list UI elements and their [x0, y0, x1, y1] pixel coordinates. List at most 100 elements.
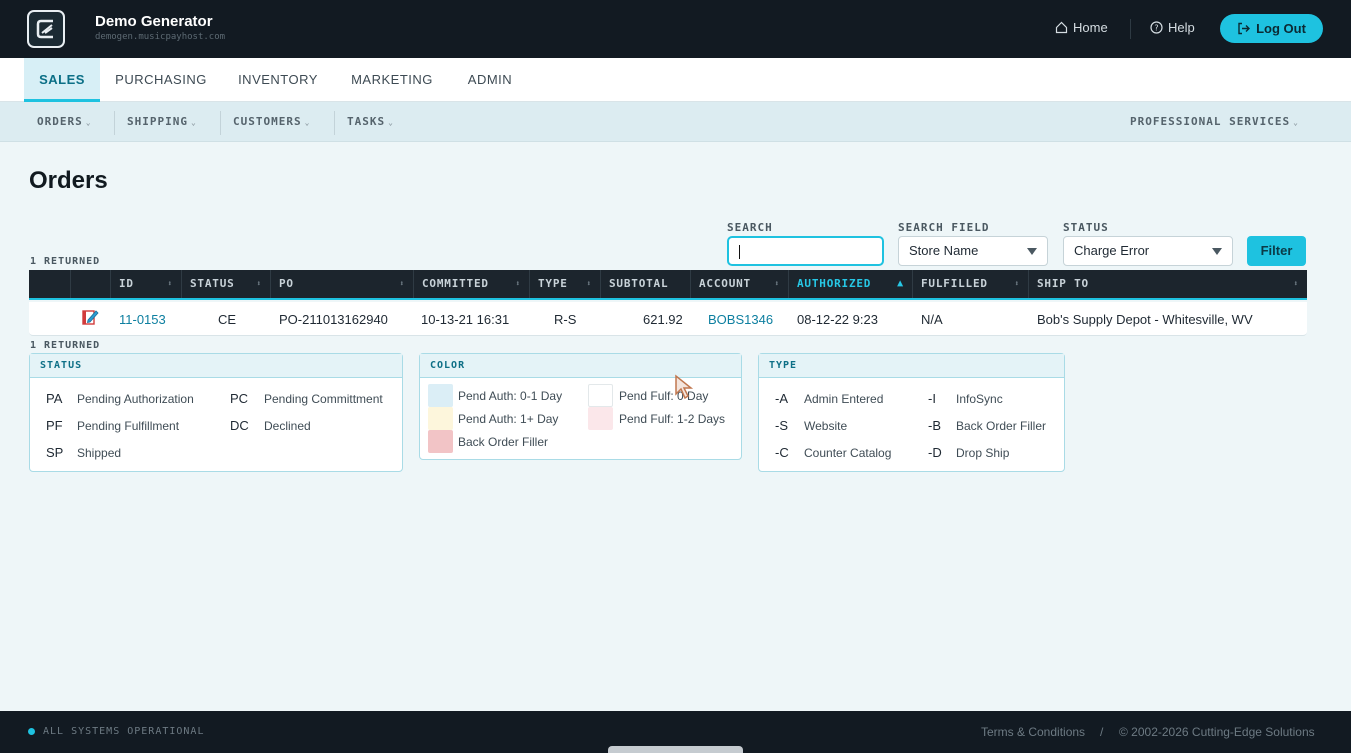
main-nav: SALES PURCHASING INVENTORY MARKETING ADM… — [0, 58, 1351, 102]
status-select[interactable]: Charge Error — [1063, 236, 1233, 266]
legend-text: Back Order Filler — [956, 419, 1047, 433]
sort-icon: ⬍ — [167, 279, 173, 288]
legend-code: SP — [46, 445, 64, 460]
table-header: ID ⬍ STATUS ⬍ PO ⬍ COMMITTED ⬍ TYPE ⬍ SUBTOTA… — [29, 270, 1307, 300]
column-label: AUTHORIZED — [797, 277, 872, 290]
subnav-professional-services[interactable]: PROFESSIONAL SERVICES ⌄ — [1130, 115, 1299, 128]
subnav-orders-label: ORDERS — [37, 115, 83, 128]
column-label: ID — [119, 277, 134, 290]
legend-code: PC — [230, 391, 249, 406]
legend-text: Pend Fulf: 1-2 Days — [619, 412, 726, 426]
tab-sales[interactable]: SALES — [24, 58, 100, 102]
type-legend: TYPE -A Admin Entered -I InfoSync -S Web… — [758, 353, 1065, 472]
sort-icon: ⬍ — [586, 279, 592, 288]
table-row[interactable]: 11-0153 CE PO-211013162940 10-13-21 16:3… — [29, 302, 1307, 336]
legend-text: Declined — [264, 419, 311, 433]
divider — [220, 111, 221, 135]
subnav-tasks[interactable]: TASKS ⌄ — [347, 115, 394, 128]
column-header-type[interactable]: TYPE ⬍ — [529, 270, 600, 298]
column-header-id[interactable]: ID ⬍ — [110, 270, 181, 298]
sort-icon: ⬍ — [515, 279, 521, 288]
logo-icon[interactable] — [27, 10, 65, 48]
search-label: SEARCH — [727, 221, 773, 234]
home-label: Home — [1073, 20, 1108, 35]
edit-order-icon[interactable] — [82, 308, 99, 331]
svg-text:?: ? — [1154, 24, 1158, 33]
status-label: STATUS — [1063, 221, 1109, 234]
column-header-status[interactable]: STATUS ⬍ — [181, 270, 270, 298]
subnav-orders[interactable]: ORDERS ⌄ — [37, 115, 92, 128]
help-link[interactable]: ? Help — [1150, 20, 1195, 35]
legend-code: -I — [928, 391, 936, 406]
returned-count-bottom: 1 RETURNED — [30, 340, 101, 351]
legend-text: Counter Catalog — [804, 446, 892, 460]
sort-icon: ⬍ — [1293, 279, 1299, 288]
horizontal-scrollbar[interactable] — [608, 746, 743, 753]
type-legend-title: TYPE — [759, 354, 1064, 378]
tab-inventory[interactable]: INVENTORY — [228, 58, 328, 102]
column-header-po[interactable]: PO ⬍ — [270, 270, 413, 298]
legend-code: -C — [775, 445, 789, 460]
column-header-account[interactable]: ACCOUNT ⬍ — [690, 270, 788, 298]
column-header-committed[interactable]: COMMITTED ⬍ — [413, 270, 529, 298]
legend-code: DC — [230, 418, 249, 433]
help-label: Help — [1168, 20, 1195, 35]
status-dot-icon — [28, 728, 35, 735]
logout-icon — [1238, 22, 1251, 35]
filter-button[interactable]: Filter — [1247, 236, 1306, 266]
brand-title: Demo Generator — [95, 13, 213, 30]
order-id-link[interactable]: 11-0153 — [119, 312, 166, 327]
legend-text: Pending Authorization — [77, 392, 194, 406]
legend-code: -A — [775, 391, 788, 406]
sort-ascending-icon: ▲ — [897, 278, 904, 289]
sort-icon: ⬍ — [256, 279, 262, 288]
subnav-shipping-label: SHIPPING — [127, 115, 188, 128]
column-header-subtotal[interactable]: SUBTOTAL — [600, 270, 690, 298]
legend-text: Drop Ship — [956, 446, 1010, 460]
column-label: STATUS — [190, 277, 235, 290]
tab-purchasing[interactable]: PURCHASING — [106, 58, 216, 102]
chevron-down-icon: ⌄ — [1293, 118, 1299, 127]
column-header-fulfilled[interactable]: FULFILLED ⬍ — [912, 270, 1028, 298]
legend-text: Admin Entered — [804, 392, 884, 406]
subnav-customers[interactable]: CUSTOMERS ⌄ — [233, 115, 310, 128]
logout-button[interactable]: Log Out — [1220, 14, 1323, 43]
divider — [114, 111, 115, 135]
divider — [334, 111, 335, 135]
tab-admin[interactable]: ADMIN — [458, 58, 522, 102]
legend-code: -D — [928, 445, 942, 460]
legend-code: PF — [46, 418, 63, 433]
subnav-tasks-label: TASKS — [347, 115, 386, 128]
sub-nav: ORDERS ⌄ SHIPPING ⌄ CUSTOMERS ⌄ TASKS ⌄ PROF… — [0, 102, 1351, 142]
column-label: SHIP TO — [1037, 277, 1089, 290]
column-label: SUBTOTAL — [609, 277, 669, 290]
color-swatch-pend-fulf-0 — [588, 384, 613, 407]
search-input[interactable] — [727, 236, 884, 266]
sort-icon: ⬍ — [399, 279, 405, 288]
brand-subtitle: demogen.musicpayhost.com — [95, 32, 226, 42]
legend-text: Back Order Filler — [458, 435, 549, 449]
color-swatch-back-order — [428, 430, 453, 453]
status-legend-title: STATUS — [30, 354, 402, 378]
tab-marketing[interactable]: MARKETING — [342, 58, 442, 102]
column-header-ship-to[interactable]: SHIP TO ⬍ — [1028, 270, 1307, 298]
terms-link[interactable]: Terms & Conditions — [981, 725, 1085, 739]
po-cell: PO-211013162940 — [279, 312, 388, 327]
subnav-shipping[interactable]: SHIPPING ⌄ — [127, 115, 197, 128]
column-header-authorized[interactable]: AUTHORIZED ▲ — [788, 270, 912, 298]
text-cursor — [739, 245, 740, 259]
legend-text: Shipped — [77, 446, 122, 460]
authorized-cell: 08-12-22 9:23 — [797, 312, 878, 327]
legend-text: Pending Committment — [264, 392, 383, 406]
account-link[interactable]: BOBS1346 — [708, 312, 773, 327]
home-icon — [1055, 21, 1068, 34]
legend-text: Pend Fulf: 0 Day — [619, 389, 709, 403]
status-legend: STATUS PA Pending Authorization PC Pendi… — [29, 353, 403, 472]
legend-code: -S — [775, 418, 788, 433]
column-label: PO — [279, 277, 294, 290]
column-label: TYPE — [538, 277, 568, 290]
home-link[interactable]: Home — [1055, 20, 1108, 35]
search-field-select[interactable]: Store Name — [898, 236, 1048, 266]
logout-label: Log Out — [1256, 21, 1306, 36]
legend-code: -B — [928, 418, 941, 433]
